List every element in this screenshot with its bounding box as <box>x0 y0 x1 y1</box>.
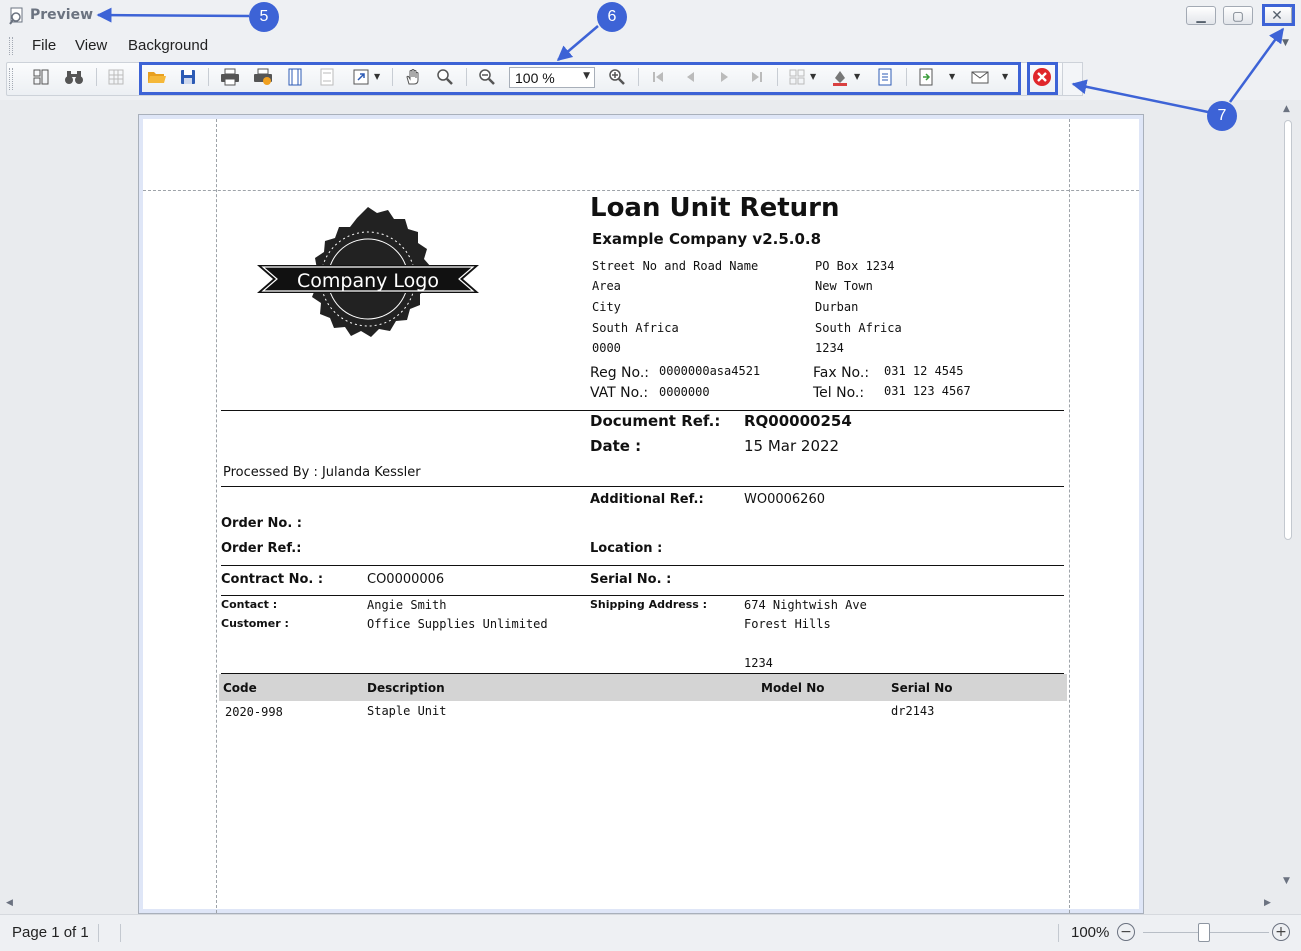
callout-7: 7 <box>1207 101 1237 131</box>
callout-5: 5 <box>249 2 279 32</box>
annotation-arrow-5 <box>96 7 250 23</box>
annotation-arrow-7b <box>1228 27 1285 103</box>
annotation-arrow-6 <box>556 25 599 61</box>
annotation-arrow-7a <box>1071 79 1209 114</box>
annotation-arrows <box>96 7 1285 114</box>
callout-6: 6 <box>597 2 627 32</box>
